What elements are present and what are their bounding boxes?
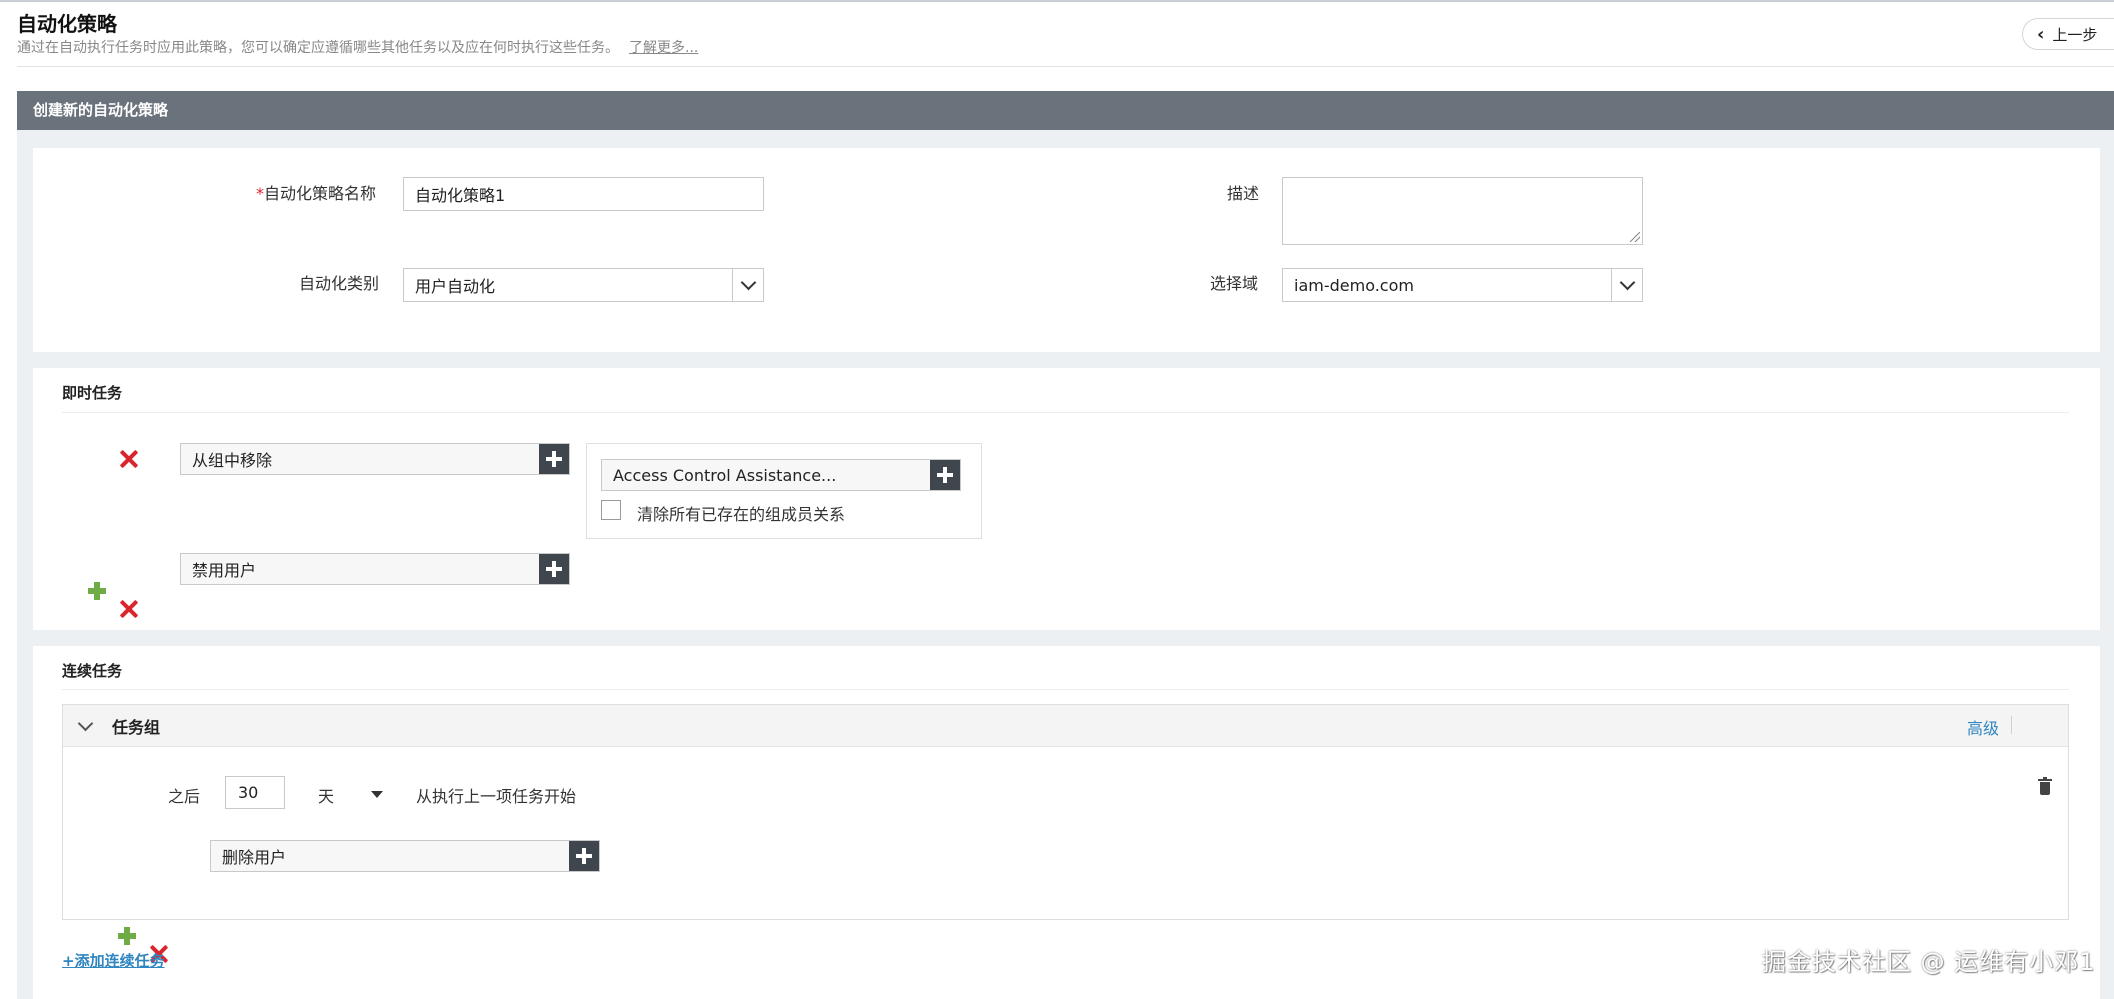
task-select-1-value: 从组中移除 (192, 451, 273, 470)
task-group-title: 任务组 (112, 718, 161, 737)
task-select-2[interactable]: 禁用用户 (180, 553, 570, 585)
dropdown-arrow-icon[interactable] (371, 791, 383, 798)
clear-memberships-label: 清除所有已存在的组成员关系 (637, 505, 846, 524)
page-description: 通过在自动执行任务时应用此策略，您可以确定应遵循哪些其他任务以及应在何时执行这些… (17, 37, 698, 57)
policy-name-label: *自动化策略名称 (256, 184, 377, 203)
task-select-1[interactable]: 从组中移除 (180, 443, 570, 475)
from-previous-label: 从执行上一项任务开始 (416, 787, 577, 806)
plus-icon[interactable] (569, 841, 599, 871)
after-days-input[interactable]: 30 (225, 776, 285, 809)
chevron-down-icon[interactable] (1611, 269, 1642, 301)
add-task-icon[interactable] (88, 582, 106, 600)
group-select[interactable]: Access Control Assistance... (601, 459, 961, 491)
chevron-down-icon[interactable] (732, 269, 763, 301)
after-label: 之后 (168, 787, 201, 806)
chevron-left-icon: ‹ (2037, 23, 2045, 45)
group-select-value: Access Control Assistance... (613, 465, 837, 485)
basic-info-panel (33, 148, 2100, 352)
remove-task-icon[interactable] (118, 448, 140, 470)
page-title: 自动化策略 (17, 12, 117, 36)
remove-task-icon[interactable] (118, 598, 140, 620)
add-task-icon[interactable] (118, 927, 136, 945)
watermark: 掘金技术社区 @ 运维有小邓1 (1762, 948, 2096, 976)
header-separator (2011, 716, 2012, 734)
advanced-link[interactable]: 高级 (1967, 715, 1999, 739)
continuous-task-select[interactable]: 删除用户 (210, 840, 600, 872)
domain-label: 选择域 (1210, 274, 1259, 293)
plus-icon[interactable] (539, 554, 569, 584)
immediate-tasks-panel (33, 368, 2100, 630)
resize-grip-icon[interactable] (1630, 232, 1640, 242)
header-divider (17, 66, 2114, 67)
learn-more-link[interactable]: 了解更多... (629, 40, 698, 56)
description-textarea[interactable] (1282, 177, 1643, 245)
clear-memberships-checkbox[interactable] (601, 500, 621, 520)
policy-name-input[interactable]: 自动化策略1 (403, 177, 764, 211)
domain-select[interactable]: iam-demo.com (1282, 268, 1643, 302)
unit-select-value[interactable]: 天 (318, 783, 334, 807)
immediate-tasks-divider (62, 412, 2069, 413)
top-border (0, 0, 2114, 2)
plus-icon[interactable] (539, 444, 569, 474)
trash-icon[interactable] (2038, 777, 2052, 796)
back-button[interactable]: ‹ 上一步 (2022, 18, 2114, 50)
section-header: 创建新的自动化策略 (17, 91, 2114, 130)
category-select[interactable]: 用户自动化 (403, 268, 764, 302)
task-group-header[interactable] (63, 705, 2068, 747)
category-select-value: 用户自动化 (415, 277, 496, 296)
plus-icon[interactable] (930, 460, 960, 490)
continuous-tasks-title: 连续任务 (62, 662, 123, 680)
task-select-2-value: 禁用用户 (192, 561, 257, 580)
description-label: 描述 (1227, 184, 1260, 203)
immediate-tasks-title: 即时任务 (62, 384, 123, 402)
category-label: 自动化类别 (299, 274, 380, 293)
continuous-task-select-value: 删除用户 (222, 848, 287, 867)
continuous-tasks-divider (62, 689, 2069, 690)
page-description-text: 通过在自动执行任务时应用此策略，您可以确定应遵循哪些其他任务以及应在何时执行这些… (17, 40, 619, 56)
add-continuous-task-link[interactable]: +添加连续任务 (62, 950, 165, 971)
back-button-label: 上一步 (2052, 25, 2098, 44)
domain-select-value: iam-demo.com (1294, 275, 1414, 295)
